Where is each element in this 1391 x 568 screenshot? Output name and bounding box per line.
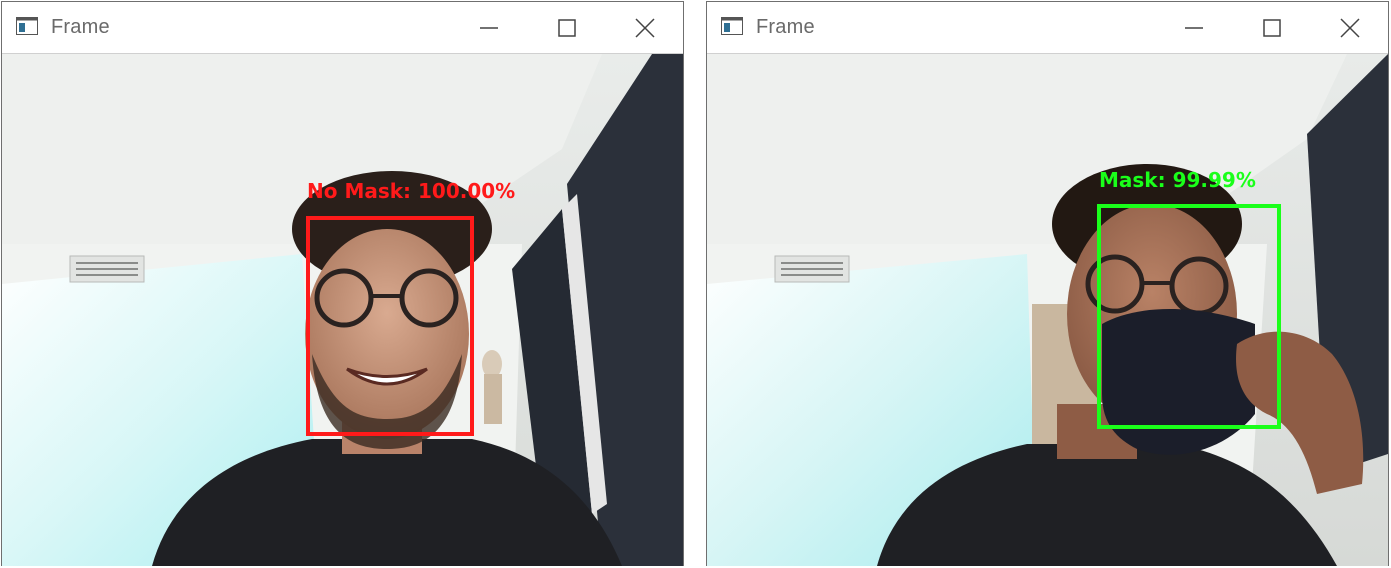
frame-window-right: Frame Mask: 99.99%	[706, 1, 1389, 566]
maximize-button[interactable]	[1256, 12, 1288, 44]
title-bar[interactable]: Frame	[707, 2, 1388, 53]
window-title: Frame	[756, 16, 815, 38]
minimize-icon	[1185, 27, 1203, 29]
camera-frame: No Mask: 100.00%	[2, 53, 683, 566]
close-button[interactable]	[629, 12, 661, 44]
detection-box	[306, 216, 474, 436]
maximize-button[interactable]	[551, 12, 583, 44]
app-window-icon	[721, 17, 743, 35]
detection-label: Mask: 99.99%	[1099, 168, 1256, 192]
close-button[interactable]	[1334, 12, 1366, 44]
window-title: Frame	[51, 16, 110, 38]
maximize-icon	[558, 19, 576, 37]
minimize-button[interactable]	[473, 12, 505, 44]
detection-label: No Mask: 100.00%	[307, 179, 516, 203]
close-icon	[635, 18, 655, 38]
app-window-icon	[16, 17, 38, 35]
detection-box	[1097, 204, 1281, 429]
maximize-icon	[1263, 19, 1281, 37]
camera-frame: Mask: 99.99%	[707, 53, 1388, 566]
minimize-button[interactable]	[1178, 12, 1210, 44]
close-icon	[1340, 18, 1360, 38]
frame-window-left: Frame No Mask: 100.00%	[1, 1, 684, 566]
minimize-icon	[480, 27, 498, 29]
camera-image	[707, 54, 1388, 566]
title-bar[interactable]: Frame	[2, 2, 683, 53]
